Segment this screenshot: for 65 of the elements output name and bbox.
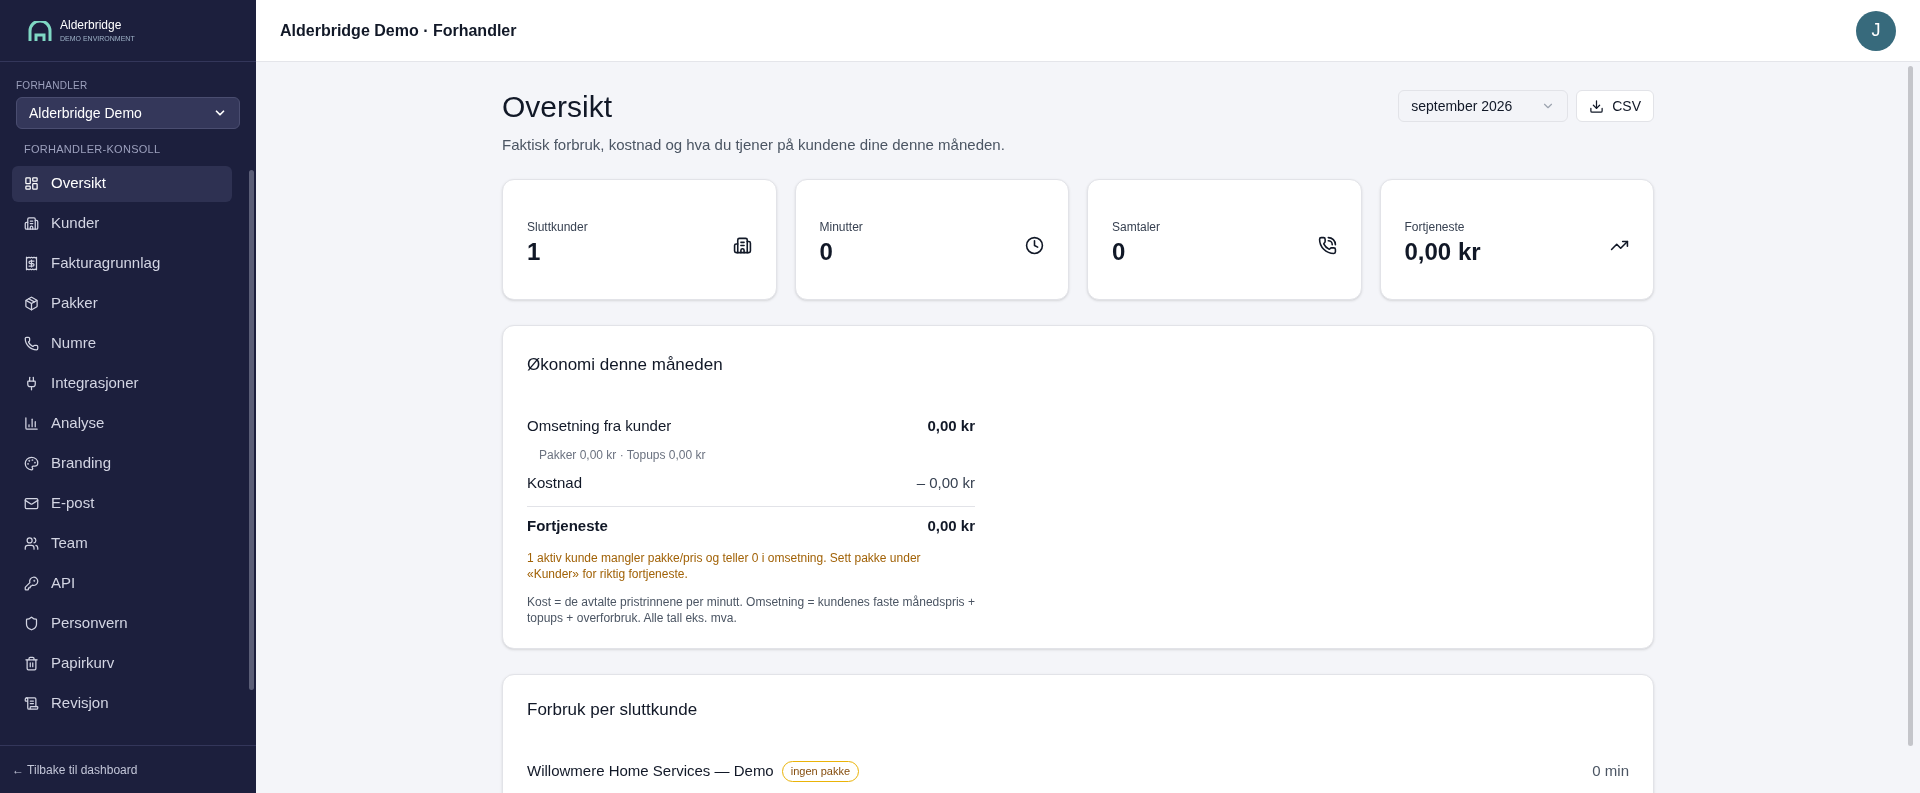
phone-icon [24,336,39,351]
minutes-text: 0 min [1592,761,1629,781]
note-text: Kost = de avtalte pristrinnene per minutt. Omsetning = kundenes faste månedspris + topups + overforbruk. Alle tall eks. mva. [527,593,975,626]
download-icon [1589,98,1605,114]
page-title: Oversikt [502,89,613,125]
row-value: 0,00 kr [927,416,975,436]
palette-icon [24,456,39,471]
nav-item[interactable]: Pakker [12,285,232,322]
building-icon [24,216,39,231]
row-label: Omsetning fra kunder [527,416,672,436]
stat-value: 1 [527,237,542,267]
nav-item[interactable]: Branding [12,445,232,482]
customer-name: Willowmere Home Services — Demo [527,761,774,781]
card-title: Økonomi denne måneden [527,353,724,376]
month-dropdown[interactable]: september 2026 [1398,90,1569,122]
building-icon [732,235,752,255]
nav-item[interactable]: Fakturagrunnlag [12,245,232,282]
receipt-icon [24,256,39,271]
stat-label: Samtaler [1112,219,1161,236]
row-label: Kostnad [527,472,583,493]
scroll-icon [24,696,39,711]
detail-text: Pakker 0,00 kr · Topups 0,00 kr [538,446,707,464]
bar-chart-icon [24,416,39,431]
stat-value: 0 [819,237,834,267]
row-label: Fortjeneste [527,516,608,536]
organization-dropdown[interactable]: Alderbridge Demo [16,97,240,129]
nav-item[interactable]: Oversikt [12,165,232,202]
clock-icon [1025,235,1044,255]
avatar[interactable]: J [1856,10,1896,51]
csv-export-button[interactable]: CSV [1576,90,1654,122]
mail-icon [24,496,39,511]
nav-item[interactable]: Analyse [12,405,232,442]
nav-item[interactable]: E-post [12,485,232,522]
nav-item[interactable]: Numre [12,325,232,362]
plug-icon [24,376,39,391]
nav-item[interactable]: Integrasjoner [12,365,232,402]
header-title: Alderbridge Demo · Forhandler [280,20,517,41]
stat-label: Minutter [819,219,863,236]
grid-icon [24,176,39,191]
nav-item[interactable]: Personvern [12,605,232,642]
section-label: FORHANDLER [16,79,89,93]
page-subtitle: Faktisk forbruk, kostnad og hva du tjener på kundene dine denne måneden. [502,135,1005,155]
nav-item[interactable]: API [12,565,232,602]
row-value: 0,00 kr [927,516,975,536]
section-label: FORHANDLER-KONSOLL [23,142,162,157]
nav-item[interactable]: Team [12,525,232,562]
card-title: Forbruk per sluttkunde [527,698,699,721]
stat-value: 0 [1112,237,1127,267]
row-value: – 0,00 kr [916,472,975,493]
stat-label: Sluttkunder [527,219,588,236]
logo-name: Alderbridge [60,19,123,31]
shield-icon [24,616,39,631]
nav-item[interactable]: Kunder [12,205,232,242]
trash-icon [24,656,39,671]
stat-label: Fortjeneste [1404,219,1466,236]
logo-icon [28,20,52,41]
nav-item[interactable]: Papirkurv [12,645,232,682]
phone-icon [1317,235,1337,255]
box-icon [24,296,39,311]
nav-item[interactable]: Revisjon [12,685,232,722]
warning-text: 1 aktiv kunde mangler pakke/pris og teller 0 i omsetning. Sett pakke under «Kunder» for riktig fortjeneste. [527,549,922,582]
key-icon [24,576,39,591]
users-icon [24,536,39,551]
back-link[interactable]: ← Tilbake til dashboard [12,760,138,779]
stat-value: 0,00 kr [1404,237,1481,267]
